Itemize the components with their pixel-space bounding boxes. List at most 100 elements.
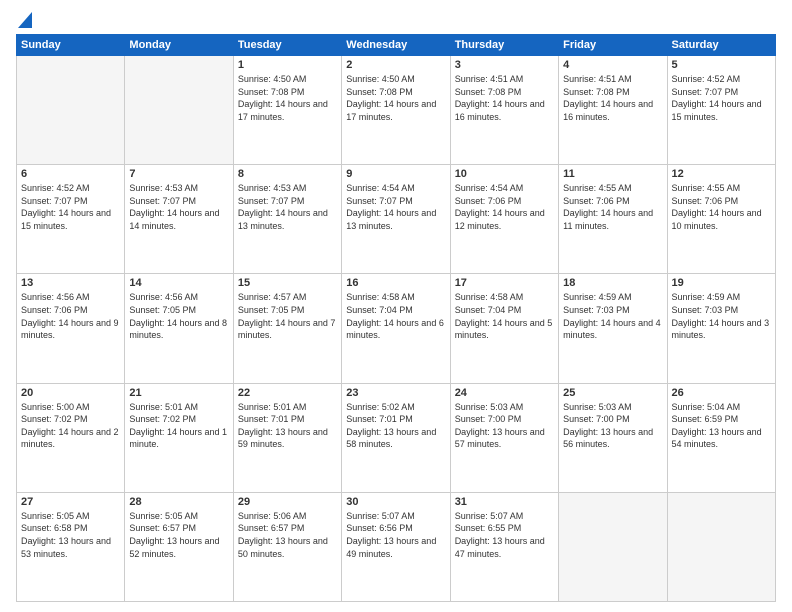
day-number: 24: [455, 387, 554, 399]
table-row: 2 Sunrise: 4:50 AMSunset: 7:08 PMDayligh…: [342, 56, 450, 165]
table-row: 18 Sunrise: 4:59 AMSunset: 7:03 PMDaylig…: [559, 274, 667, 383]
day-number: 18: [563, 277, 662, 289]
table-row: 25 Sunrise: 5:03 AMSunset: 7:00 PMDaylig…: [559, 383, 667, 492]
table-row: 6 Sunrise: 4:52 AMSunset: 7:07 PMDayligh…: [17, 165, 125, 274]
day-info: Sunrise: 5:00 AMSunset: 7:02 PMDaylight:…: [21, 402, 119, 450]
day-number: 3: [455, 59, 554, 71]
day-number: 17: [455, 277, 554, 289]
day-number: 6: [21, 168, 120, 180]
day-info: Sunrise: 5:04 AMSunset: 6:59 PMDaylight:…: [672, 402, 762, 450]
day-number: 20: [21, 387, 120, 399]
day-number: 25: [563, 387, 662, 399]
table-row: 17 Sunrise: 4:58 AMSunset: 7:04 PMDaylig…: [450, 274, 558, 383]
table-row: 10 Sunrise: 4:54 AMSunset: 7:06 PMDaylig…: [450, 165, 558, 274]
day-number: 10: [455, 168, 554, 180]
day-info: Sunrise: 4:52 AMSunset: 7:07 PMDaylight:…: [672, 74, 762, 122]
day-number: 5: [672, 59, 771, 71]
day-info: Sunrise: 4:59 AMSunset: 7:03 PMDaylight:…: [563, 292, 661, 340]
table-row: 7 Sunrise: 4:53 AMSunset: 7:07 PMDayligh…: [125, 165, 233, 274]
day-info: Sunrise: 4:52 AMSunset: 7:07 PMDaylight:…: [21, 183, 111, 231]
day-number: 30: [346, 496, 445, 508]
table-row: 20 Sunrise: 5:00 AMSunset: 7:02 PMDaylig…: [17, 383, 125, 492]
table-row: 21 Sunrise: 5:01 AMSunset: 7:02 PMDaylig…: [125, 383, 233, 492]
day-number: 29: [238, 496, 337, 508]
table-row: 28 Sunrise: 5:05 AMSunset: 6:57 PMDaylig…: [125, 492, 233, 601]
day-info: Sunrise: 4:50 AMSunset: 7:08 PMDaylight:…: [346, 74, 436, 122]
logo: [16, 14, 32, 28]
day-info: Sunrise: 5:01 AMSunset: 7:02 PMDaylight:…: [129, 402, 227, 450]
day-number: 23: [346, 387, 445, 399]
table-row: 8 Sunrise: 4:53 AMSunset: 7:07 PMDayligh…: [233, 165, 341, 274]
day-number: 13: [21, 277, 120, 289]
day-info: Sunrise: 4:53 AMSunset: 7:07 PMDaylight:…: [129, 183, 219, 231]
col-sunday: Sunday: [17, 35, 125, 56]
table-row: 5 Sunrise: 4:52 AMSunset: 7:07 PMDayligh…: [667, 56, 775, 165]
table-row: 23 Sunrise: 5:02 AMSunset: 7:01 PMDaylig…: [342, 383, 450, 492]
col-friday: Friday: [559, 35, 667, 56]
day-info: Sunrise: 5:07 AMSunset: 6:55 PMDaylight:…: [455, 511, 545, 559]
col-saturday: Saturday: [667, 35, 775, 56]
day-number: 31: [455, 496, 554, 508]
day-info: Sunrise: 4:58 AMSunset: 7:04 PMDaylight:…: [346, 292, 444, 340]
day-number: 26: [672, 387, 771, 399]
empty-cell: [125, 56, 233, 165]
table-row: 26 Sunrise: 5:04 AMSunset: 6:59 PMDaylig…: [667, 383, 775, 492]
empty-cell: [667, 492, 775, 601]
day-number: 12: [672, 168, 771, 180]
day-info: Sunrise: 4:53 AMSunset: 7:07 PMDaylight:…: [238, 183, 328, 231]
day-number: 27: [21, 496, 120, 508]
day-info: Sunrise: 4:58 AMSunset: 7:04 PMDaylight:…: [455, 292, 553, 340]
table-row: 3 Sunrise: 4:51 AMSunset: 7:08 PMDayligh…: [450, 56, 558, 165]
day-info: Sunrise: 5:05 AMSunset: 6:57 PMDaylight:…: [129, 511, 219, 559]
day-info: Sunrise: 4:51 AMSunset: 7:08 PMDaylight:…: [455, 74, 545, 122]
calendar-table: Sunday Monday Tuesday Wednesday Thursday…: [16, 34, 776, 602]
day-info: Sunrise: 4:55 AMSunset: 7:06 PMDaylight:…: [672, 183, 762, 231]
day-number: 16: [346, 277, 445, 289]
day-number: 1: [238, 59, 337, 71]
table-row: 15 Sunrise: 4:57 AMSunset: 7:05 PMDaylig…: [233, 274, 341, 383]
day-info: Sunrise: 5:07 AMSunset: 6:56 PMDaylight:…: [346, 511, 436, 559]
table-row: 16 Sunrise: 4:58 AMSunset: 7:04 PMDaylig…: [342, 274, 450, 383]
day-info: Sunrise: 4:50 AMSunset: 7:08 PMDaylight:…: [238, 74, 328, 122]
table-row: 11 Sunrise: 4:55 AMSunset: 7:06 PMDaylig…: [559, 165, 667, 274]
day-info: Sunrise: 5:02 AMSunset: 7:01 PMDaylight:…: [346, 402, 436, 450]
day-number: 14: [129, 277, 228, 289]
table-row: 24 Sunrise: 5:03 AMSunset: 7:00 PMDaylig…: [450, 383, 558, 492]
day-number: 7: [129, 168, 228, 180]
day-number: 11: [563, 168, 662, 180]
day-info: Sunrise: 5:03 AMSunset: 7:00 PMDaylight:…: [563, 402, 653, 450]
col-tuesday: Tuesday: [233, 35, 341, 56]
day-number: 9: [346, 168, 445, 180]
table-row: 31 Sunrise: 5:07 AMSunset: 6:55 PMDaylig…: [450, 492, 558, 601]
table-row: 13 Sunrise: 4:56 AMSunset: 7:06 PMDaylig…: [17, 274, 125, 383]
empty-cell: [559, 492, 667, 601]
day-number: 4: [563, 59, 662, 71]
table-row: 9 Sunrise: 4:54 AMSunset: 7:07 PMDayligh…: [342, 165, 450, 274]
header: [16, 14, 776, 28]
table-row: 1 Sunrise: 4:50 AMSunset: 7:08 PMDayligh…: [233, 56, 341, 165]
day-info: Sunrise: 5:05 AMSunset: 6:58 PMDaylight:…: [21, 511, 111, 559]
logo-triangle-icon: [18, 12, 32, 28]
day-info: Sunrise: 4:54 AMSunset: 7:07 PMDaylight:…: [346, 183, 436, 231]
day-info: Sunrise: 4:57 AMSunset: 7:05 PMDaylight:…: [238, 292, 336, 340]
day-info: Sunrise: 4:51 AMSunset: 7:08 PMDaylight:…: [563, 74, 653, 122]
table-row: 29 Sunrise: 5:06 AMSunset: 6:57 PMDaylig…: [233, 492, 341, 601]
day-number: 21: [129, 387, 228, 399]
header-row: Sunday Monday Tuesday Wednesday Thursday…: [17, 35, 776, 56]
col-thursday: Thursday: [450, 35, 558, 56]
table-row: 19 Sunrise: 4:59 AMSunset: 7:03 PMDaylig…: [667, 274, 775, 383]
table-row: 27 Sunrise: 5:05 AMSunset: 6:58 PMDaylig…: [17, 492, 125, 601]
day-info: Sunrise: 5:01 AMSunset: 7:01 PMDaylight:…: [238, 402, 328, 450]
day-info: Sunrise: 5:03 AMSunset: 7:00 PMDaylight:…: [455, 402, 545, 450]
day-number: 2: [346, 59, 445, 71]
day-number: 8: [238, 168, 337, 180]
day-number: 19: [672, 277, 771, 289]
day-info: Sunrise: 5:06 AMSunset: 6:57 PMDaylight:…: [238, 511, 328, 559]
day-info: Sunrise: 4:54 AMSunset: 7:06 PMDaylight:…: [455, 183, 545, 231]
day-number: 22: [238, 387, 337, 399]
page: Sunday Monday Tuesday Wednesday Thursday…: [0, 0, 792, 612]
day-info: Sunrise: 4:55 AMSunset: 7:06 PMDaylight:…: [563, 183, 653, 231]
table-row: 12 Sunrise: 4:55 AMSunset: 7:06 PMDaylig…: [667, 165, 775, 274]
day-info: Sunrise: 4:59 AMSunset: 7:03 PMDaylight:…: [672, 292, 770, 340]
day-info: Sunrise: 4:56 AMSunset: 7:06 PMDaylight:…: [21, 292, 119, 340]
